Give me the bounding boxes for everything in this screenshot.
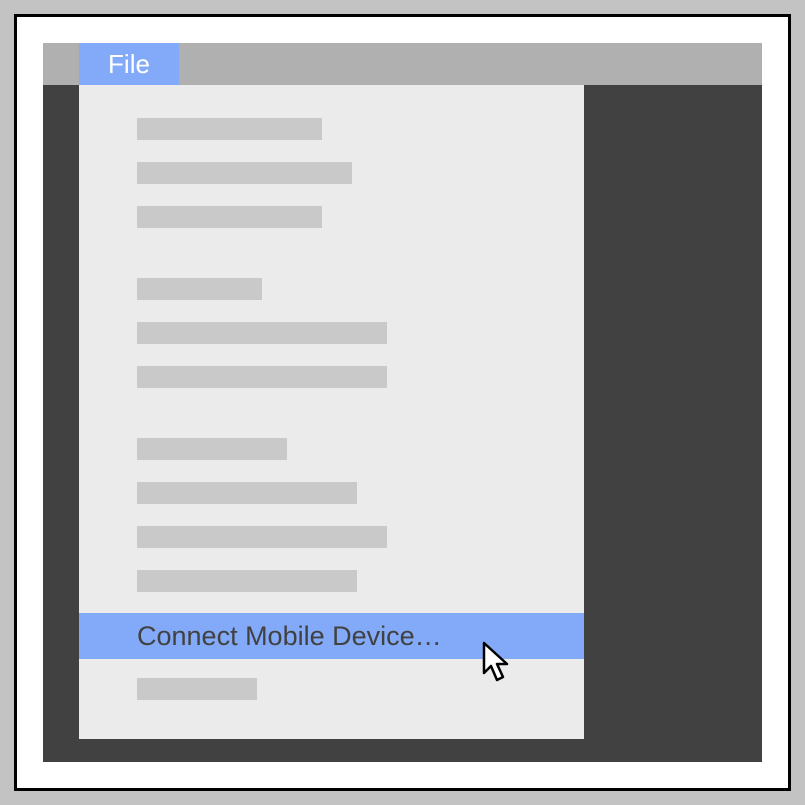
menu-item-label: Connect Mobile Device… bbox=[137, 621, 442, 652]
menu-separator bbox=[79, 239, 584, 267]
menu-item[interactable] bbox=[79, 107, 584, 151]
menu-item-placeholder bbox=[137, 278, 262, 300]
menu-item-placeholder bbox=[137, 570, 357, 592]
menu-item-placeholder bbox=[137, 438, 287, 460]
menu-item[interactable] bbox=[79, 267, 584, 311]
menu-item[interactable] bbox=[79, 311, 584, 355]
menu-separator bbox=[79, 399, 584, 427]
menu-item[interactable] bbox=[79, 151, 584, 195]
menu-item-placeholder bbox=[137, 526, 387, 548]
menu-item-placeholder bbox=[137, 482, 357, 504]
menu-item-connect-mobile-device[interactable]: Connect Mobile Device… bbox=[79, 613, 584, 659]
menu-item-placeholder bbox=[137, 678, 257, 700]
menu-item-placeholder bbox=[137, 206, 322, 228]
menu-item[interactable] bbox=[79, 195, 584, 239]
menu-bar: File bbox=[43, 43, 762, 85]
menu-item[interactable] bbox=[79, 559, 584, 603]
menu-item[interactable] bbox=[79, 667, 584, 711]
file-dropdown: Connect Mobile Device… bbox=[79, 85, 584, 739]
menu-item[interactable] bbox=[79, 515, 584, 559]
menu-item-placeholder bbox=[137, 322, 387, 344]
menu-item-placeholder bbox=[137, 162, 352, 184]
app-stage: File bbox=[43, 43, 762, 762]
menu-item-placeholder bbox=[137, 366, 387, 388]
menu-item[interactable] bbox=[79, 427, 584, 471]
app-frame: File bbox=[14, 14, 791, 791]
menu-item-placeholder bbox=[137, 118, 322, 140]
menu-bar-item-file[interactable]: File bbox=[79, 43, 179, 85]
menu-item[interactable] bbox=[79, 355, 584, 399]
menu-item[interactable] bbox=[79, 471, 584, 515]
menu-bar-item-label: File bbox=[108, 49, 150, 80]
